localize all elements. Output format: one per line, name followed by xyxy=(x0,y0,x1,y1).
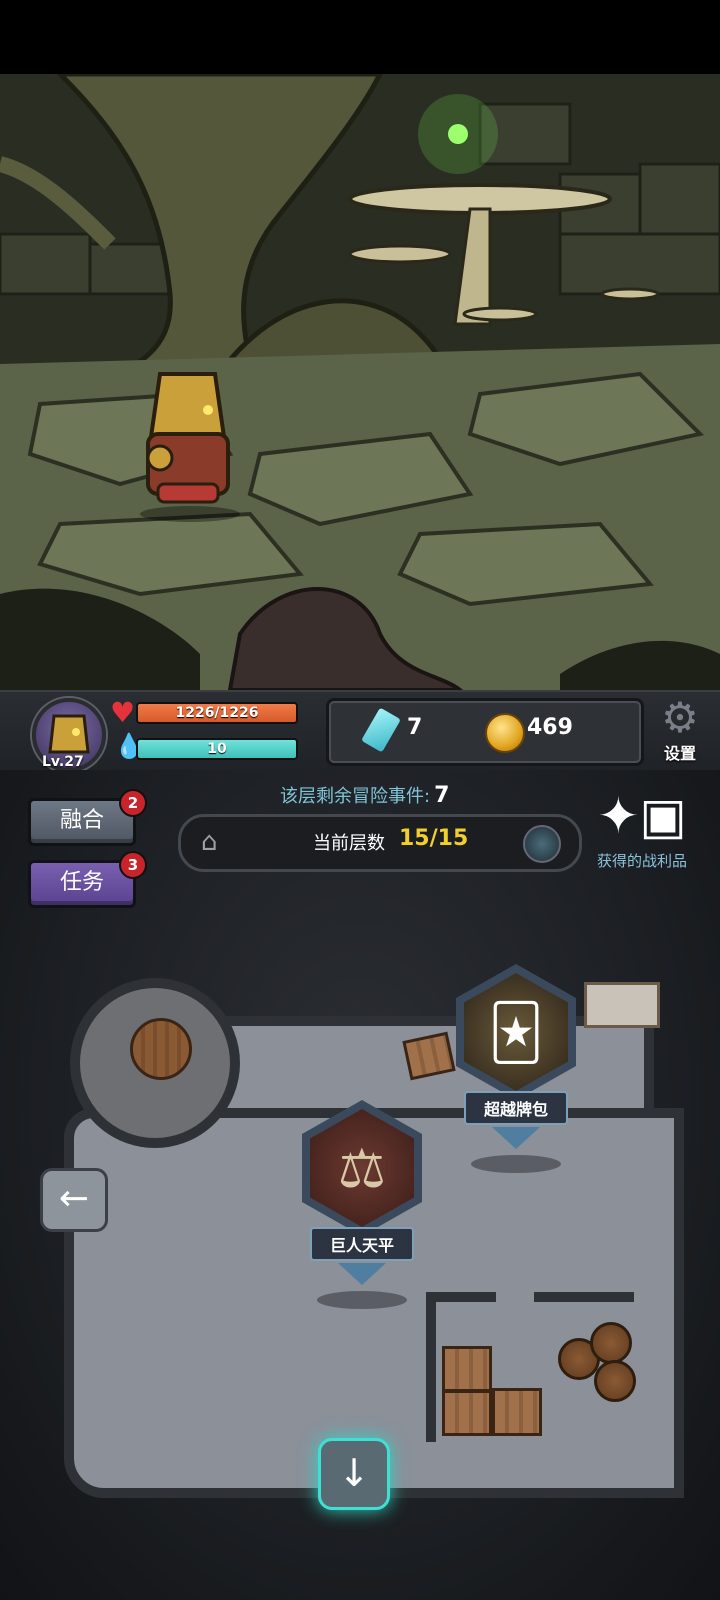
scene-art xyxy=(0,74,720,690)
settings-label: 设置 xyxy=(663,744,696,763)
status-hud: Lv.27 ♥ 1226/1226 💧 10 7 469 ⚙ 设置 xyxy=(0,690,720,772)
gold-count: 469 xyxy=(527,715,573,740)
crystal-icon xyxy=(361,707,401,753)
node-frame: 🃏 xyxy=(456,964,576,1100)
crate xyxy=(442,1346,492,1392)
hero-level: Lv.27 xyxy=(42,754,84,770)
crate xyxy=(442,1390,492,1436)
remaining-events: 该层剩余冒险事件: 7 xyxy=(280,782,449,808)
hp-value: 1226/1226 xyxy=(175,705,259,721)
mp-bar: 10 xyxy=(136,738,298,760)
node-pointer xyxy=(492,1127,540,1149)
remaining-events-label: 该层剩余冒险事件: xyxy=(280,786,431,807)
node-label-giant-scales: 巨人天平 xyxy=(309,1227,414,1261)
floor-progress: ⌂ 当前层数 15/15 xyxy=(178,814,582,872)
node-frame: ⚖ xyxy=(302,1100,422,1236)
floor-value: 15/15 xyxy=(399,826,469,851)
task-badge: 3 xyxy=(119,851,147,879)
mp-value: 10 xyxy=(207,741,227,757)
battle-scene xyxy=(0,74,720,690)
treasure-chest-icon: ✦▣ xyxy=(597,787,687,845)
descend-button[interactable]: ↓ xyxy=(318,1438,390,1510)
barrel xyxy=(590,1322,632,1364)
boss-icon xyxy=(523,825,561,863)
crystal-count: 7 xyxy=(407,715,423,740)
round-tower xyxy=(70,978,240,1148)
inner-wall xyxy=(534,1292,634,1302)
gear-icon: ⚙ xyxy=(661,693,699,742)
remaining-events-count: 7 xyxy=(434,783,450,808)
scales-icon: ⚖ xyxy=(310,1109,414,1227)
back-arrow-button[interactable]: ← xyxy=(40,1168,108,1232)
floor-label: 当前层数 xyxy=(313,833,385,854)
arrow-down-icon: ↓ xyxy=(338,1451,370,1495)
node-shadow xyxy=(317,1291,407,1309)
settings-button[interactable]: ⚙ 设置 xyxy=(652,696,708,768)
loot-button[interactable]: ✦▣ 获得的战利品 xyxy=(580,786,704,871)
gold-coin-icon xyxy=(485,713,525,753)
fusion-badge: 2 xyxy=(119,789,147,817)
barrel xyxy=(594,1360,636,1402)
fusion-label: 融合 xyxy=(59,808,104,833)
crate xyxy=(492,1388,542,1436)
inner-wall xyxy=(426,1292,496,1302)
node-shadow xyxy=(471,1155,561,1173)
loot-label: 获得的战利品 xyxy=(596,852,687,870)
heart-icon: ♥ xyxy=(110,696,136,729)
desk xyxy=(584,982,660,1028)
hp-bar: 1226/1226 xyxy=(136,702,298,724)
node-label-card-pack: 超越牌包 xyxy=(463,1091,568,1125)
arrow-left-icon: ← xyxy=(58,1178,90,1219)
task-label: 任务 xyxy=(59,870,104,895)
card-pack-icon: 🃏 xyxy=(464,973,568,1091)
resource-panel: 7 469 xyxy=(326,698,644,766)
fusion-button[interactable]: 融合 2 xyxy=(28,789,147,846)
map-node-giant-scales[interactable]: ⚖ 巨人天平 xyxy=(302,1100,422,1309)
task-button[interactable]: 任务 3 xyxy=(28,851,147,908)
round-table xyxy=(130,1018,192,1080)
map-node-card-pack[interactable]: 🃏 超越牌包 xyxy=(456,964,576,1173)
node-pointer xyxy=(338,1263,386,1285)
hero-character xyxy=(146,372,230,504)
inner-wall xyxy=(426,1292,436,1442)
house-icon: ⌂ xyxy=(201,827,218,857)
